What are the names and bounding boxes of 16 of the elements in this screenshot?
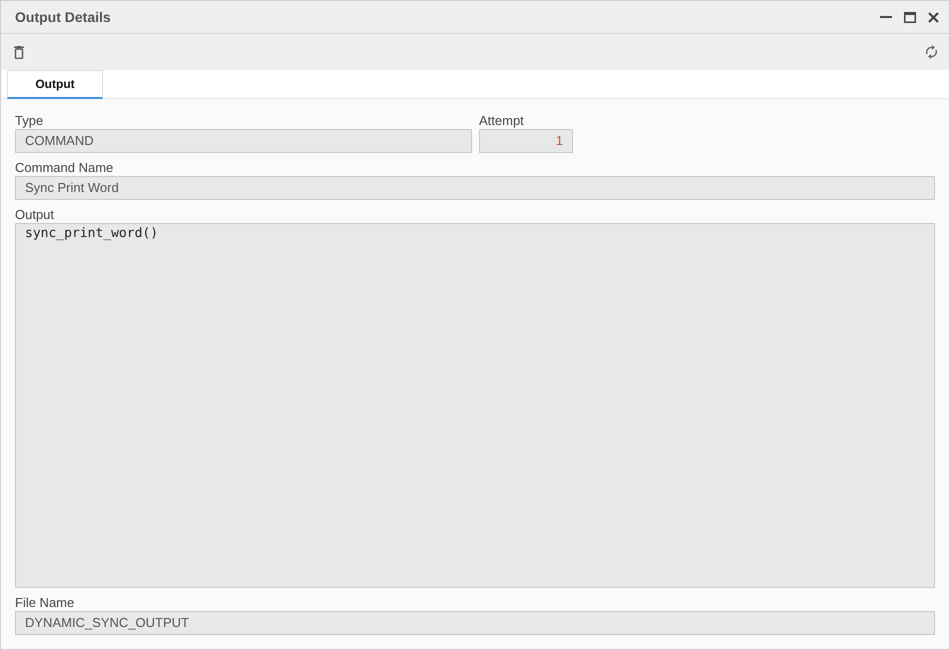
maximize-icon[interactable]	[904, 12, 916, 22]
field-label: Type	[15, 112, 44, 129]
output-textarea[interactable]: sync_print_word()	[15, 223, 935, 588]
trash-icon[interactable]	[14, 46, 24, 58]
field-label: Command Name	[15, 159, 114, 176]
close-icon[interactable]	[928, 12, 939, 22]
tab[interactable]: Output	[7, 70, 103, 99]
input-field[interactable]: COMMAND	[15, 129, 472, 153]
refresh-icon[interactable]	[925, 44, 938, 60]
field-label: Output	[15, 206, 54, 223]
input-field[interactable]: DYNAMIC_SYNC_OUTPUT	[15, 611, 935, 635]
input-field[interactable]: 1	[479, 129, 573, 153]
window-title: Output Details	[15, 9, 112, 25]
field-label: File Name	[15, 594, 74, 611]
field-label: Attempt	[479, 112, 524, 129]
input-field[interactable]: Sync Print Word	[15, 176, 935, 200]
